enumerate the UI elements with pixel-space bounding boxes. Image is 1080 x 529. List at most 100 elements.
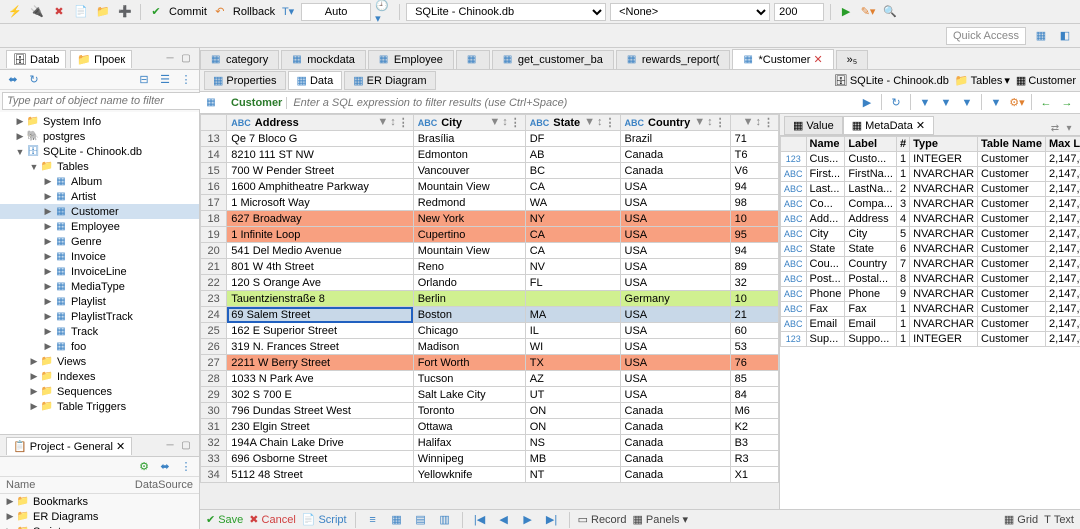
sql-refresh-icon[interactable]: ↻ [887,94,905,112]
first-icon[interactable]: |◀ [471,511,489,529]
tree-item-postgres[interactable]: ▶🐘postgres [0,129,199,144]
tx-mode-icon[interactable]: T▾ [279,3,297,21]
commit-label[interactable]: Commit [169,6,207,18]
crumb-tables[interactable]: 📁 Tables ▾ [955,74,1010,87]
tree-item-playlisttrack[interactable]: ▶▦PlaylistTrack [0,309,199,324]
sql-prev-icon[interactable]: ← [1037,94,1055,112]
crumb-db[interactable]: 🗄 SQLite - Chinook.db [834,74,949,87]
tree-item-indexes[interactable]: ▶📁Indexes [0,369,199,384]
table-row[interactable]: 18627 BroadwayNew YorkNYUSA10 [201,211,779,227]
prev-icon[interactable]: ◀ [495,511,513,529]
table-row[interactable]: 148210 111 ST NWEdmontonABCanadaT6 [201,147,779,163]
tab-overflow[interactable]: »₅ [836,50,869,69]
sql-filter-input[interactable] [293,97,852,109]
tree-item-foo[interactable]: ▶▦foo [0,339,199,354]
tree-item-invoiceline[interactable]: ▶▦InvoiceLine [0,264,199,279]
plug2-icon[interactable]: 🔌 [28,3,46,21]
tree-item-genre[interactable]: ▶▦Genre [0,234,199,249]
meta-row[interactable]: 123Sup...Suppo...1INTEGERCustomer2,147,4… [781,332,1080,347]
tree-item-mediatype[interactable]: ▶▦MediaType [0,279,199,294]
table-row[interactable]: 281033 N Park AveTucsonAZUSA85 [201,371,779,387]
editor-tab-get_customer_ba[interactable]: ▦get_customer_ba [492,50,614,69]
editor-tab--Customer[interactable]: ▦*Customer ✕ [732,49,833,69]
meta-row[interactable]: ABCAdd...Address4NVARCHARCustomer2,147,4… [781,212,1080,227]
perspective1-icon[interactable]: ▦ [1032,27,1050,45]
subtab-properties[interactable]: ▦ Properties [204,71,286,90]
last-icon[interactable]: ▶| [543,511,561,529]
run-icon[interactable]: ▶ [837,3,855,21]
meta-row[interactable]: ABCStateState6NVARCHARCustomer2,147,483 [781,242,1080,257]
proj-min-icon[interactable]: ─ [163,439,177,453]
brush-icon[interactable]: ✎▾ [859,3,877,21]
table-row[interactable]: 33696 Osborne StreetWinnipegMBCanadaR3 [201,451,779,467]
disconnect-icon[interactable]: ✖ [50,3,68,21]
search-icon[interactable]: 🔍 [881,3,899,21]
tree-item-customer[interactable]: ▶▦Customer [0,204,199,219]
rollback-icon[interactable]: ↶ [211,3,229,21]
sql-f1-icon[interactable]: ▼ [916,94,934,112]
table-row[interactable]: 32194A Chain Lake DriveHalifaxNSCanadaB3 [201,435,779,451]
table-row[interactable]: 2469 Salem StreetBostonMAUSA21 [201,307,779,323]
proj-item-bookmarks[interactable]: ▶📁Bookmarks [0,494,199,509]
tree-item-table-triggers[interactable]: ▶📁Table Triggers [0,399,199,414]
table-row[interactable]: 272211 W Berry StreetFort WorthTXUSA76 [201,355,779,371]
sql-icon[interactable]: 📄 [72,3,90,21]
table-row[interactable]: 13Qe 7 Bloco GBrasíliaDFBrazil71 [201,131,779,147]
table-row[interactable]: 345112 48 StreetYellowknifeNTCanadaX1 [201,467,779,483]
tree-item-playlist[interactable]: ▶▦Playlist [0,294,199,309]
proj-gear-icon[interactable]: ⚙ [135,458,153,476]
sql-f2-icon[interactable]: ▼ [937,94,955,112]
editor-tab-category[interactable]: ▦category [200,50,279,69]
tree-item-album[interactable]: ▶▦Album [0,174,199,189]
quick-access-button[interactable]: Quick Access [946,27,1026,45]
editor-tab-mockdata[interactable]: ▦mockdata [281,50,366,69]
proj-item-er diagrams[interactable]: ▶📁ER Diagrams [0,509,199,524]
meta-row[interactable]: ABCFirst...FirstNa...1NVARCHARCustomer2,… [781,167,1080,182]
data-grid-wrapper[interactable]: ABCAddress▼↕⋮ABCCity▼↕⋮ABCState▼↕⋮ABCCou… [200,114,780,509]
proj-menu-icon[interactable]: ⋮ [177,458,195,476]
tree-item-sqlite-chinook-db[interactable]: ▼🗄SQLite - Chinook.db [0,144,199,159]
btm-i1[interactable]: ≡ [364,511,382,529]
filter-icon[interactable]: ☰ [156,71,174,89]
tab-project-general[interactable]: 📋 Project - General ✕ [6,437,132,455]
table-row[interactable]: 21801 W 4th StreetRenoNVUSA89 [201,259,779,275]
tree-item-tables[interactable]: ▼📁Tables [0,159,199,174]
history-icon[interactable]: 🕘▾ [375,3,393,21]
rollback-label[interactable]: Rollback [233,6,275,18]
crumb-table[interactable]: ▦ Customer [1016,74,1076,87]
tree-item-employee[interactable]: ▶▦Employee [0,219,199,234]
table-row[interactable]: 171 Microsoft WayRedmondWAUSA98 [201,195,779,211]
meta-row[interactable]: ABCCou...Country7NVARCHARCustomer2,147,4… [781,257,1080,272]
editor-tab-Employee[interactable]: ▦Employee [368,50,454,69]
collapse-icon[interactable]: ⊟ [135,71,153,89]
refresh-icon[interactable]: ↻ [25,71,43,89]
meta-row[interactable]: ABCCo...Compa...3NVARCHARCustomer2,147,4… [781,197,1080,212]
panels-button[interactable]: ▦ Panels ▾ [632,513,688,526]
table-row[interactable]: 26319 N. Frances StreetMadisonWIUSA53 [201,339,779,355]
menu-icon[interactable]: ⋮ [177,71,195,89]
editor-tab--SQLite-Chino[interactable]: ▦ [456,50,490,69]
meta-row[interactable]: ABCPhonePhone9NVARCHARCustomer2,147,483 [781,287,1080,302]
meta-min-icon[interactable]: ▾ [1062,121,1076,135]
tab-datab[interactable]: 🗄 Datab [6,50,66,68]
limit-input[interactable] [774,3,824,21]
tree-item-invoice[interactable]: ▶▦Invoice [0,249,199,264]
grid-view-button[interactable]: ▦ Grid [1004,513,1038,526]
table-row[interactable]: 191 Infinite LoopCupertinoCAUSA95 [201,227,779,243]
tree-item-views[interactable]: ▶📁Views [0,354,199,369]
minimize-icon[interactable]: ─ [163,52,177,66]
meta-menu-icon[interactable]: ⇄ [1048,121,1062,135]
sql-next-icon[interactable]: → [1058,94,1076,112]
maximize-icon[interactable]: ▢ [179,52,193,66]
perspective2-icon[interactable]: ◧ [1056,27,1074,45]
table-row[interactable]: 31230 Elgin StreetOttawaONCanadaK2 [201,419,779,435]
meta-row[interactable]: ABCLast...LastNa...2NVARCHARCustomer2,14… [781,182,1080,197]
table-row[interactable]: 29302 S 700 ESalt Lake CityUTUSA84 [201,387,779,403]
tx-mode-select[interactable] [301,3,371,21]
meta-row[interactable]: ABCCityCity5NVARCHARCustomer2,147,483 [781,227,1080,242]
add-icon[interactable]: ➕ [116,3,134,21]
sql-settings-icon[interactable]: ⚙▾ [1008,94,1026,112]
table-row[interactable]: 25162 E Superior StreetChicagoILUSA60 [201,323,779,339]
btm-i4[interactable]: ▥ [436,511,454,529]
sql-filter-toggle-icon[interactable]: ▼ [987,94,1005,112]
